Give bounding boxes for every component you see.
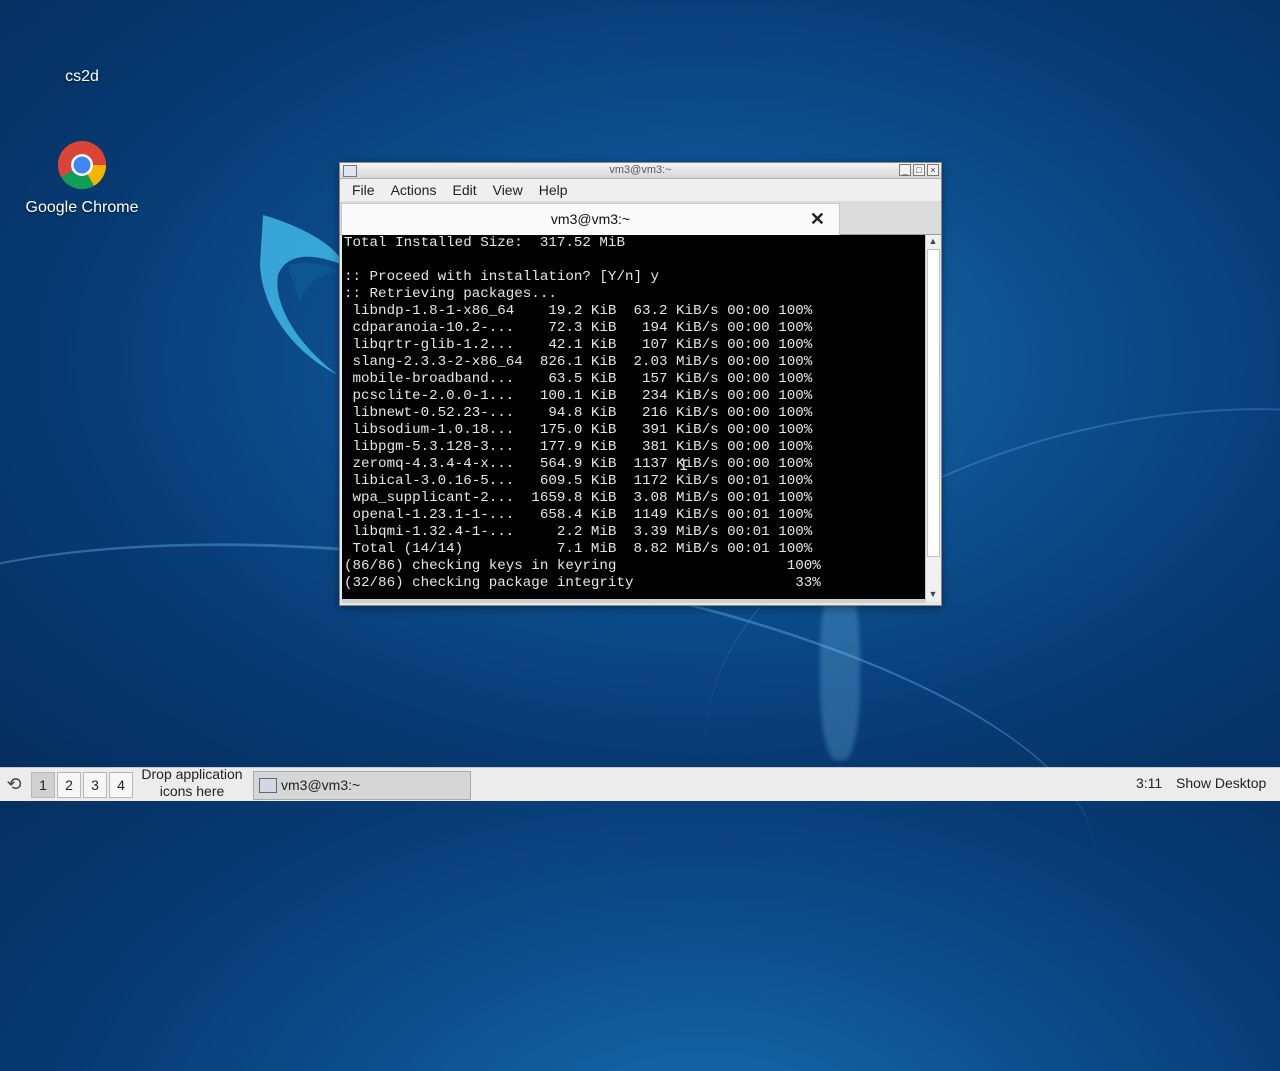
wallpaper-glow xyxy=(820,580,860,760)
taskbar: ⟲ 1 2 3 4 Drop application icons here vm… xyxy=(0,766,1280,801)
workspace-3-button[interactable]: 3 xyxy=(83,772,107,798)
menu-help[interactable]: Help xyxy=(531,182,576,198)
terminal-line: wpa_supplicant-2... 1659.8 KiB 3.08 MiB/… xyxy=(352,490,813,506)
quick-launch-drop-zone[interactable]: Drop application icons here xyxy=(136,766,248,800)
terminal-line: libndp-1.8-1-x86_64 19.2 KiB 63.2 KiB/s … xyxy=(352,303,813,319)
workspace-2-button[interactable]: 2 xyxy=(57,772,81,798)
menu-actions[interactable]: Actions xyxy=(383,182,445,198)
close-window-button[interactable]: × xyxy=(927,164,939,176)
scroll-down-arrow-icon[interactable]: ▼ xyxy=(926,588,940,601)
terminal-app-icon[interactable] xyxy=(343,165,357,177)
scrollbar-thumb[interactable] xyxy=(927,249,940,557)
terminal-window[interactable]: vm3@vm3:~ _ □ × File Actions Edit View H… xyxy=(339,162,942,606)
desktop-icon-label: cs2d xyxy=(65,68,99,85)
text-cursor-icon: I xyxy=(679,457,689,475)
terminal-line: (32/86) checking package integrity 33% xyxy=(344,575,821,591)
terminal-tab[interactable]: vm3@vm3:~ ✕ xyxy=(341,203,840,235)
terminal-line: slang-2.3.3-2-x86_64 826.1 KiB 2.03 MiB/… xyxy=(352,354,813,370)
terminal-line: libqmi-1.32.4-1-... 2.2 MiB 3.39 MiB/s 0… xyxy=(352,524,813,540)
close-tab-icon[interactable]: ✕ xyxy=(810,209,825,230)
terminal-line: zeromq-4.3.4-4-x... 564.9 KiB 1137 KiB/s… xyxy=(352,456,813,472)
taskbar-window-label: vm3@vm3:~ xyxy=(281,777,361,793)
app-menu-icon[interactable]: ⟲ xyxy=(2,772,26,796)
terminal-window-icon xyxy=(259,778,277,793)
terminal-line: libpgm-5.3.128-3... 177.9 KiB 381 KiB/s … xyxy=(352,439,813,455)
terminal-line: mobile-broadband... 63.5 KiB 157 KiB/s 0… xyxy=(352,371,813,387)
terminal-line: libnewt-0.52.23-... 94.8 KiB 216 KiB/s 0… xyxy=(352,405,813,421)
terminal-line: :: Retrieving packages... xyxy=(344,286,557,302)
terminal-line: libsodium-1.0.18... 175.0 KiB 391 KiB/s … xyxy=(352,422,813,438)
terminal-line: (86/86) checking keys in keyring 100% xyxy=(344,558,821,574)
workspace-4-button[interactable]: 4 xyxy=(109,772,133,798)
terminal-output[interactable]: Total Installed Size: 317.52 MiB :: Proc… xyxy=(342,235,925,599)
scroll-up-arrow-icon[interactable]: ▲ xyxy=(926,235,940,248)
terminal-line: Total Installed Size: 317.52 MiB xyxy=(344,235,625,251)
terminal-line: libqrtr-glib-1.2... 42.1 KiB 107 KiB/s 0… xyxy=(352,337,813,353)
terminal-line: libical-3.0.16-5... 609.5 KiB 1172 KiB/s… xyxy=(352,473,813,489)
desktop-icon-cs2d[interactable]: cs2d xyxy=(40,68,124,86)
terminal-line: pcsclite-2.0.0-1... 100.1 KiB 234 KiB/s … xyxy=(352,388,813,404)
window-titlebar[interactable]: vm3@vm3:~ _ □ × xyxy=(340,163,941,179)
clock[interactable]: 3:11 xyxy=(1136,775,1162,791)
chrome-icon xyxy=(57,141,106,190)
taskbar-window-button[interactable]: vm3@vm3:~ xyxy=(253,771,471,800)
desktop-icon-label: Google Chrome xyxy=(25,199,139,216)
maximize-button[interactable]: □ xyxy=(913,164,925,176)
terminal-line: :: Proceed with installation? [Y/n] y xyxy=(344,269,660,285)
wallpaper-leaf-logo xyxy=(260,215,343,375)
show-desktop-button[interactable]: Show Desktop xyxy=(1176,775,1266,791)
workspace-1-button[interactable]: 1 xyxy=(31,772,55,798)
menu-edit[interactable]: Edit xyxy=(444,182,484,198)
terminal-line: cdparanoia-10.2-... 72.3 KiB 194 KiB/s 0… xyxy=(352,320,813,336)
terminal-line: openal-1.23.1-1-... 658.4 KiB 1149 KiB/s… xyxy=(352,507,813,523)
terminal-line: Total (14/14) 7.1 MiB 8.82 MiB/s 00:01 1… xyxy=(352,541,813,557)
horizontal-scrollbar[interactable] xyxy=(342,599,925,603)
tab-label: vm3@vm3:~ xyxy=(550,211,631,227)
menu-view[interactable]: View xyxy=(485,182,531,198)
window-title: vm3@vm3:~ xyxy=(609,164,672,176)
minimize-button[interactable]: _ xyxy=(899,164,911,176)
vertical-scrollbar[interactable]: ▲ ▼ xyxy=(925,235,940,601)
menu-file[interactable]: File xyxy=(344,182,383,198)
menubar: File Actions Edit View Help xyxy=(340,179,941,201)
terminal-text: Total Installed Size: 317.52 MiB :: Proc… xyxy=(342,235,925,592)
desktop-icon-google-chrome[interactable]: Google Chrome xyxy=(20,140,144,217)
tab-bar: vm3@vm3:~ ✕ xyxy=(340,201,941,235)
